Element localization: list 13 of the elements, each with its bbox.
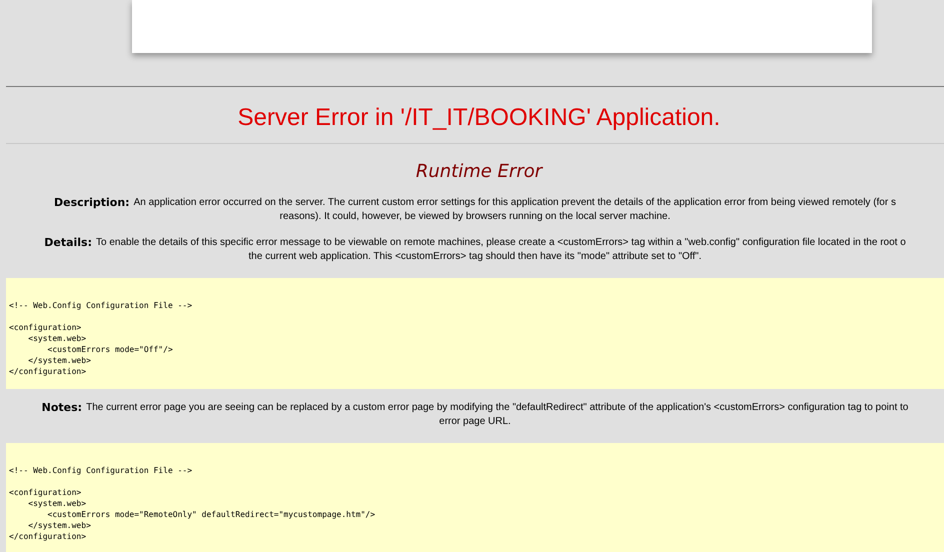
section-label: Description: — [54, 196, 130, 210]
section-label: Notes: — [42, 401, 82, 415]
error-subtitle: Runtime Error — [414, 160, 544, 184]
error-title: Server Error in '/IT_IT/BOOKING' Application. — [236, 103, 722, 133]
code-block: <!-- Web.Config Configuration File --> <configuration> <system.web> <customErrors mode="RemoteOnly" defaultRedirect="mycustompage.htm"/> </system.web> </configuration> — [6, 443, 944, 552]
message-text: To enable the details of this specific error message to be viewable on remote machines, please create a <customErrors> tag within a "web.config" configuration file located in the root o — [96, 236, 906, 250]
message-text: The current error page you are seeing can be replaced by a custom error page by modifying the "defaultRedirect" attribute of the application's <customErrors> configuration tag to point to — [86, 401, 908, 415]
message-text: error page URL. — [439, 415, 511, 429]
code-block: <!-- Web.Config Configuration File --> <configuration> <system.web> <customErrors mode="Off"/> </system.web> </configuration> — [6, 278, 944, 389]
message-text: An application error occurred on the server. The current custom error settings for this application prevent the details of the application error from being viewed remotely (for s — [134, 196, 896, 210]
section-label: Details: — [44, 236, 92, 250]
message-text: reasons). It could, however, be viewed by browsers running on the local server machine. — [280, 210, 670, 224]
message-text: the current web application. This <customErrors> tag should then have its "mode" attribute set to "Off". — [248, 250, 702, 264]
